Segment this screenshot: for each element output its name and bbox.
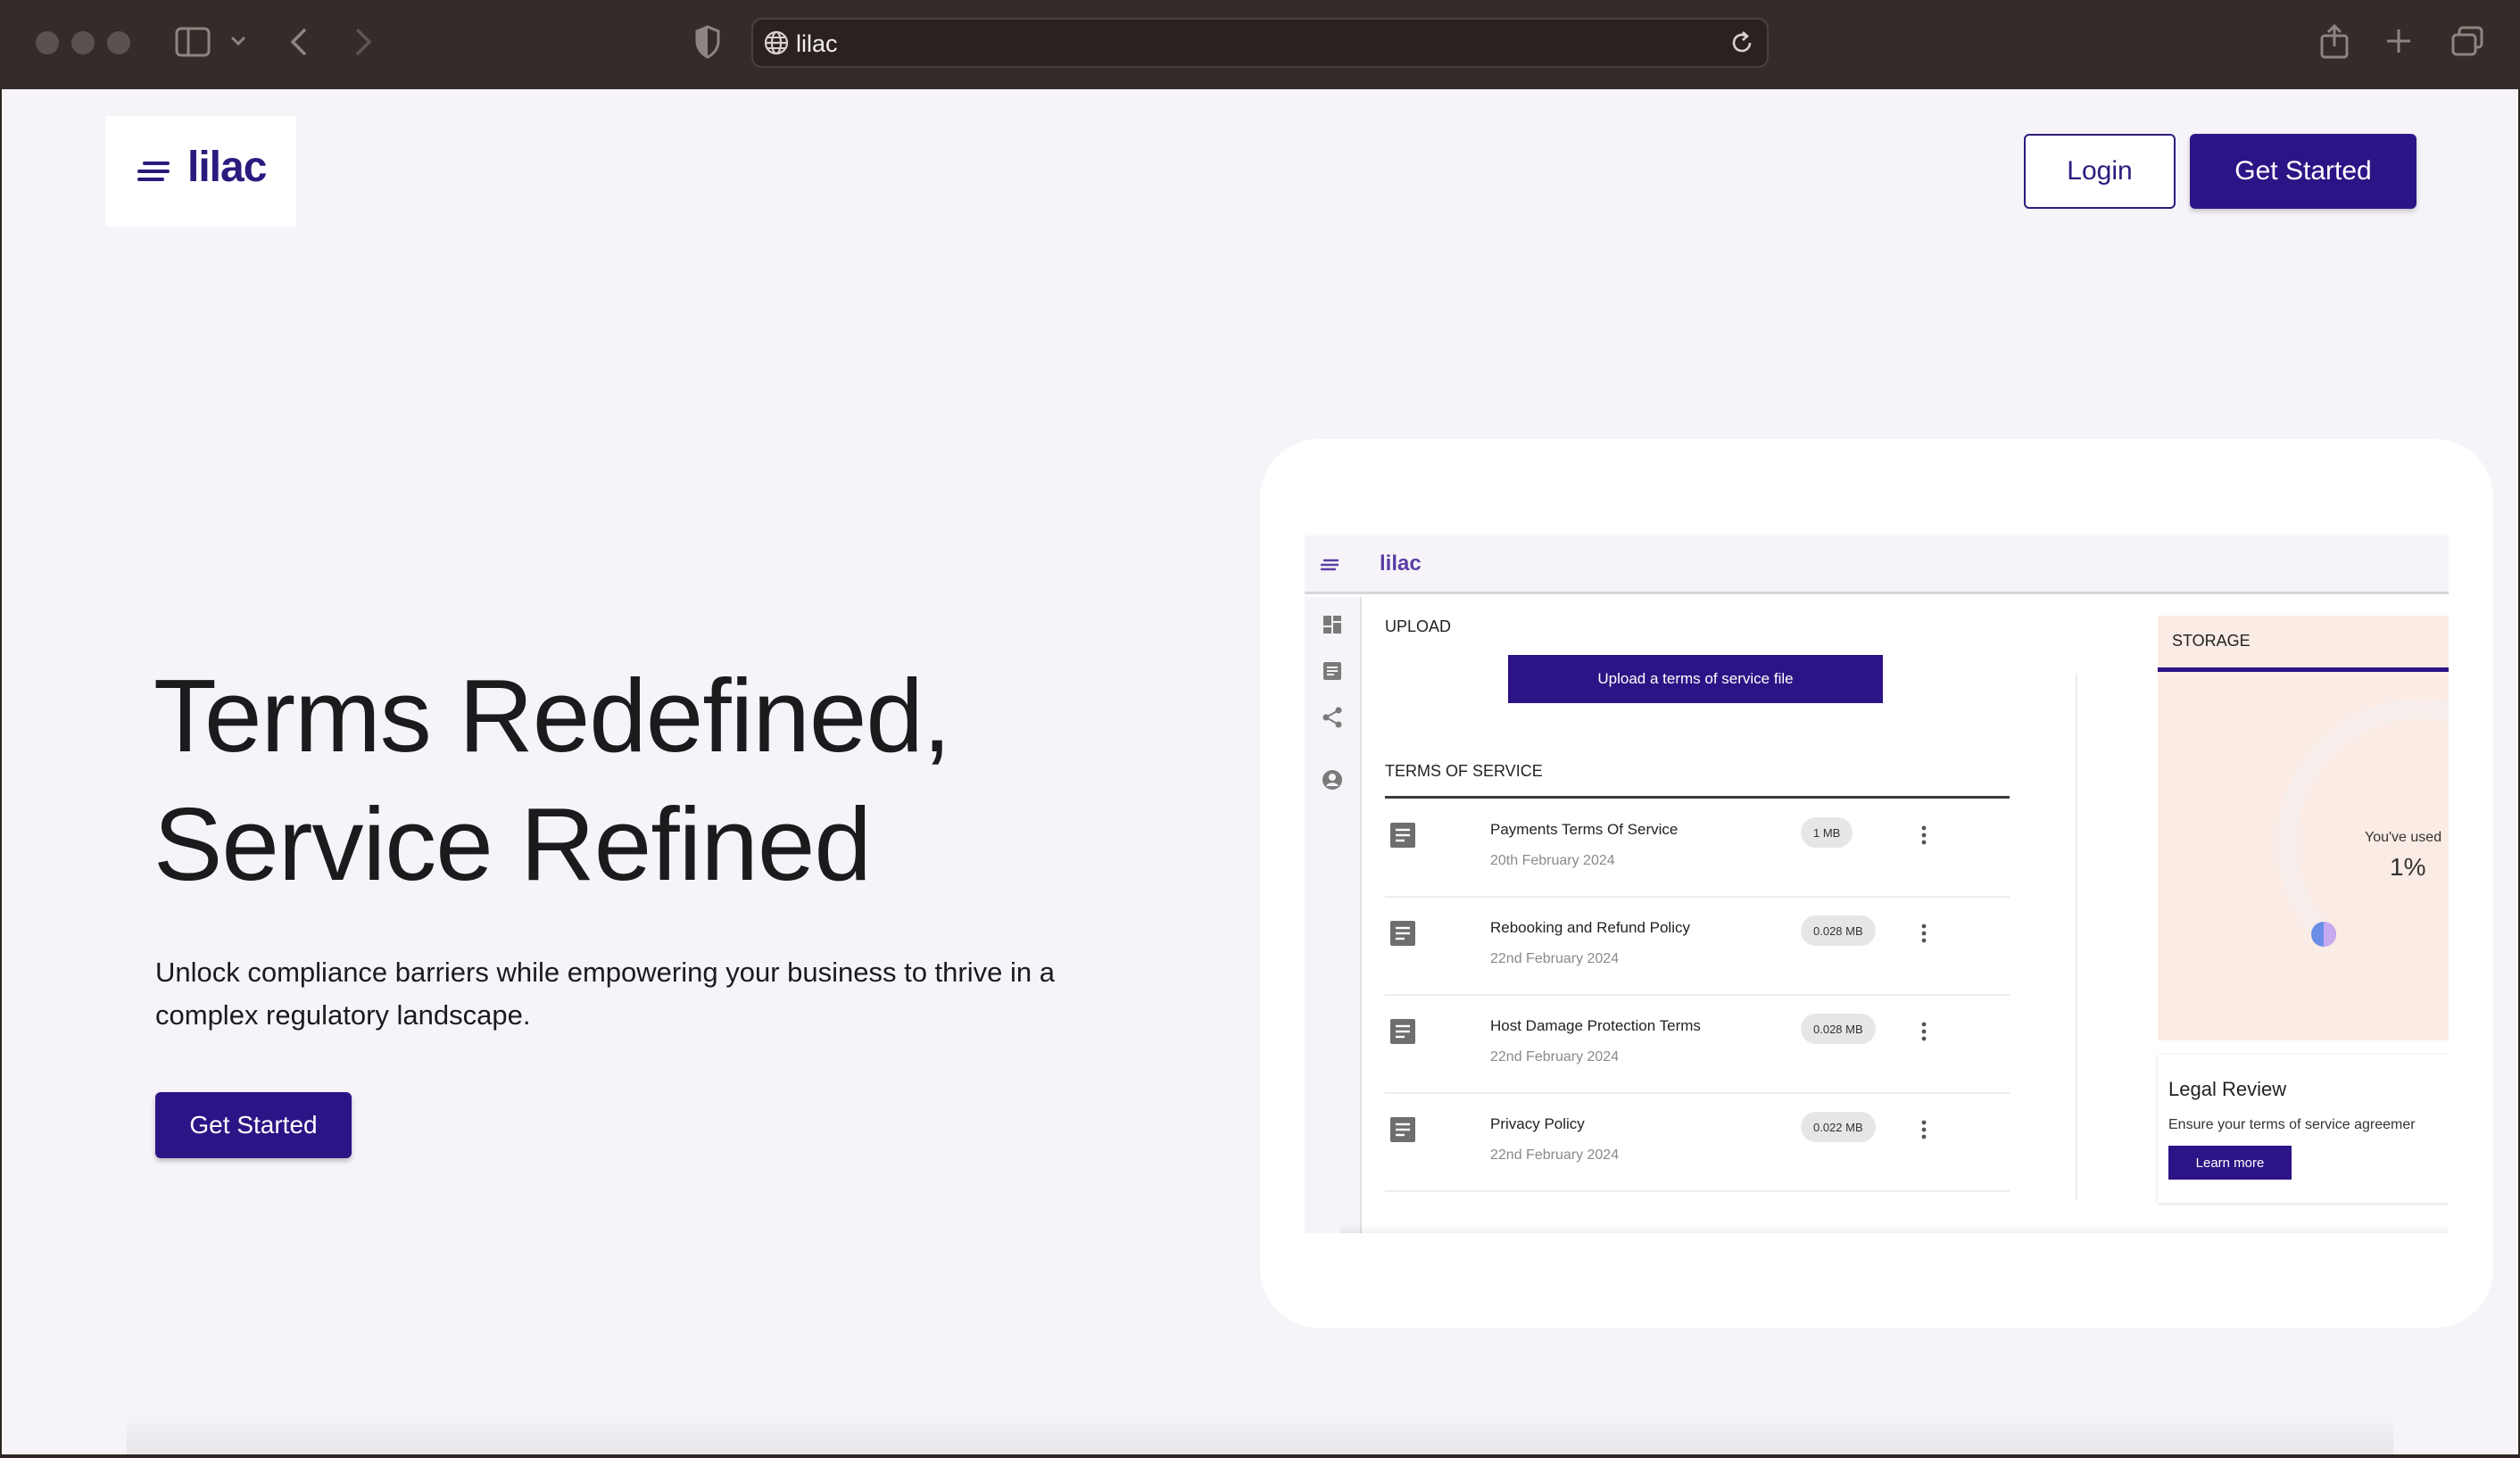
get-started-button[interactable]: Get Started xyxy=(2190,134,2416,209)
document-icon xyxy=(1323,662,1341,680)
web-page: lilac Login Get Started Terms Redefined,… xyxy=(2,89,2518,1454)
logo[interactable]: lilac xyxy=(105,116,296,227)
new-tab-icon[interactable] xyxy=(2384,27,2413,55)
document-date: 22nd February 2024 xyxy=(1490,1147,1620,1163)
preview-menu-icon xyxy=(1321,559,1339,571)
menu-icon xyxy=(137,162,170,181)
document-date: 22nd February 2024 xyxy=(1490,951,1620,966)
document-title: Privacy Policy xyxy=(1490,1115,1585,1132)
account-icon xyxy=(1322,770,1342,790)
storage-used-label: You've used xyxy=(2365,830,2442,845)
zoom-window-button[interactable] xyxy=(107,31,130,54)
more-vert-icon[interactable] xyxy=(1920,824,1927,846)
share-icon xyxy=(1322,707,1342,728)
hero-title-line-1: Terms Redefined, xyxy=(153,658,951,774)
storage-heading: STORAGE xyxy=(2172,632,2251,650)
tos-heading: TERMS OF SERVICE xyxy=(1385,762,1543,780)
document-size-badge: 0.022 MB xyxy=(1801,1112,1876,1142)
list-item[interactable]: Rebooking and Refund Policy 22nd Februar… xyxy=(1385,898,2010,996)
login-button[interactable]: Login xyxy=(2024,134,2176,209)
document-icon xyxy=(1390,1019,1415,1044)
preview-bottom-shadow xyxy=(1340,1224,2449,1233)
url-text: lilac xyxy=(796,30,838,57)
learn-more-button[interactable]: Learn more xyxy=(2168,1146,2292,1180)
address-bar[interactable]: lilac xyxy=(751,18,1769,68)
forward-icon[interactable] xyxy=(353,27,373,57)
minimize-window-button[interactable] xyxy=(71,31,95,54)
document-size-badge: 1 MB xyxy=(1801,817,1853,848)
preview-logo-text: lilac xyxy=(1380,551,1422,576)
legal-review-title: Legal Review xyxy=(2168,1078,2287,1100)
document-icon xyxy=(1390,921,1415,946)
document-title: Payments Terms Of Service xyxy=(1490,821,1679,838)
legal-review-card: Legal Review Ensure your terms of servic… xyxy=(2158,1055,2449,1203)
vertical-divider xyxy=(2076,675,2077,1201)
document-date: 22nd February 2024 xyxy=(1490,1049,1620,1065)
document-icon xyxy=(1390,1117,1415,1142)
document-icon xyxy=(1390,823,1415,848)
hero-get-started-button[interactable]: Get Started xyxy=(155,1092,352,1158)
preview-top-bar: lilac xyxy=(1305,535,2449,594)
document-title: Rebooking and Refund Policy xyxy=(1490,919,1690,936)
storage-used-value: 1% xyxy=(2390,853,2426,881)
storage-card: STORAGE You've used 1% xyxy=(2158,616,2449,1040)
list-item[interactable]: Privacy Policy 22nd February 2024 0.022 … xyxy=(1385,1094,2010,1192)
document-date: 20th February 2024 xyxy=(1490,853,1615,868)
tab-overview-icon[interactable] xyxy=(2450,25,2484,57)
legal-review-text: Ensure your terms of service agreemer xyxy=(2168,1117,2416,1132)
share-icon[interactable] xyxy=(2318,23,2350,59)
sidebar-toggle-icon[interactable] xyxy=(175,27,211,57)
section-divider-shadow xyxy=(127,1410,2393,1454)
upload-tos-button[interactable]: Upload a terms of service file xyxy=(1508,655,1883,703)
hero-title: Terms Redefined, Service Refined xyxy=(153,651,951,908)
reload-icon[interactable] xyxy=(1728,29,1756,57)
hero-title-line-2: Service Refined xyxy=(153,786,872,902)
document-size-badge: 0.028 MB xyxy=(1801,1014,1876,1044)
dashboard-icon xyxy=(1323,616,1341,634)
privacy-shield-icon[interactable] xyxy=(694,25,721,59)
upload-heading: UPLOAD xyxy=(1385,617,1452,635)
document-title: Host Damage Protection Terms xyxy=(1490,1017,1701,1034)
globe-icon xyxy=(764,30,789,55)
preview-sidebar xyxy=(1305,597,1362,1233)
tos-heading-rule xyxy=(1385,796,2010,799)
document-size-badge: 0.028 MB xyxy=(1801,915,1876,946)
back-icon[interactable] xyxy=(289,27,309,57)
hero-subtitle: Unlock compliance barriers while empower… xyxy=(155,957,1055,1031)
list-item[interactable]: Payments Terms Of Service 20th February … xyxy=(1385,799,2010,898)
more-vert-icon[interactable] xyxy=(1920,1119,1927,1140)
close-window-button[interactable] xyxy=(36,31,59,54)
app-preview-screenshot: lilac UPLOAD Upload a terms of service f… xyxy=(1305,535,2449,1233)
more-vert-icon[interactable] xyxy=(1920,923,1927,944)
more-vert-icon[interactable] xyxy=(1920,1021,1927,1042)
chevron-down-icon[interactable] xyxy=(230,36,246,46)
browser-toolbar: lilac xyxy=(0,0,2520,89)
logo-text: lilac xyxy=(187,144,267,191)
app-preview-card: lilac UPLOAD Upload a terms of service f… xyxy=(1260,439,2493,1328)
list-item[interactable]: Host Damage Protection Terms 22nd Februa… xyxy=(1385,996,2010,1094)
